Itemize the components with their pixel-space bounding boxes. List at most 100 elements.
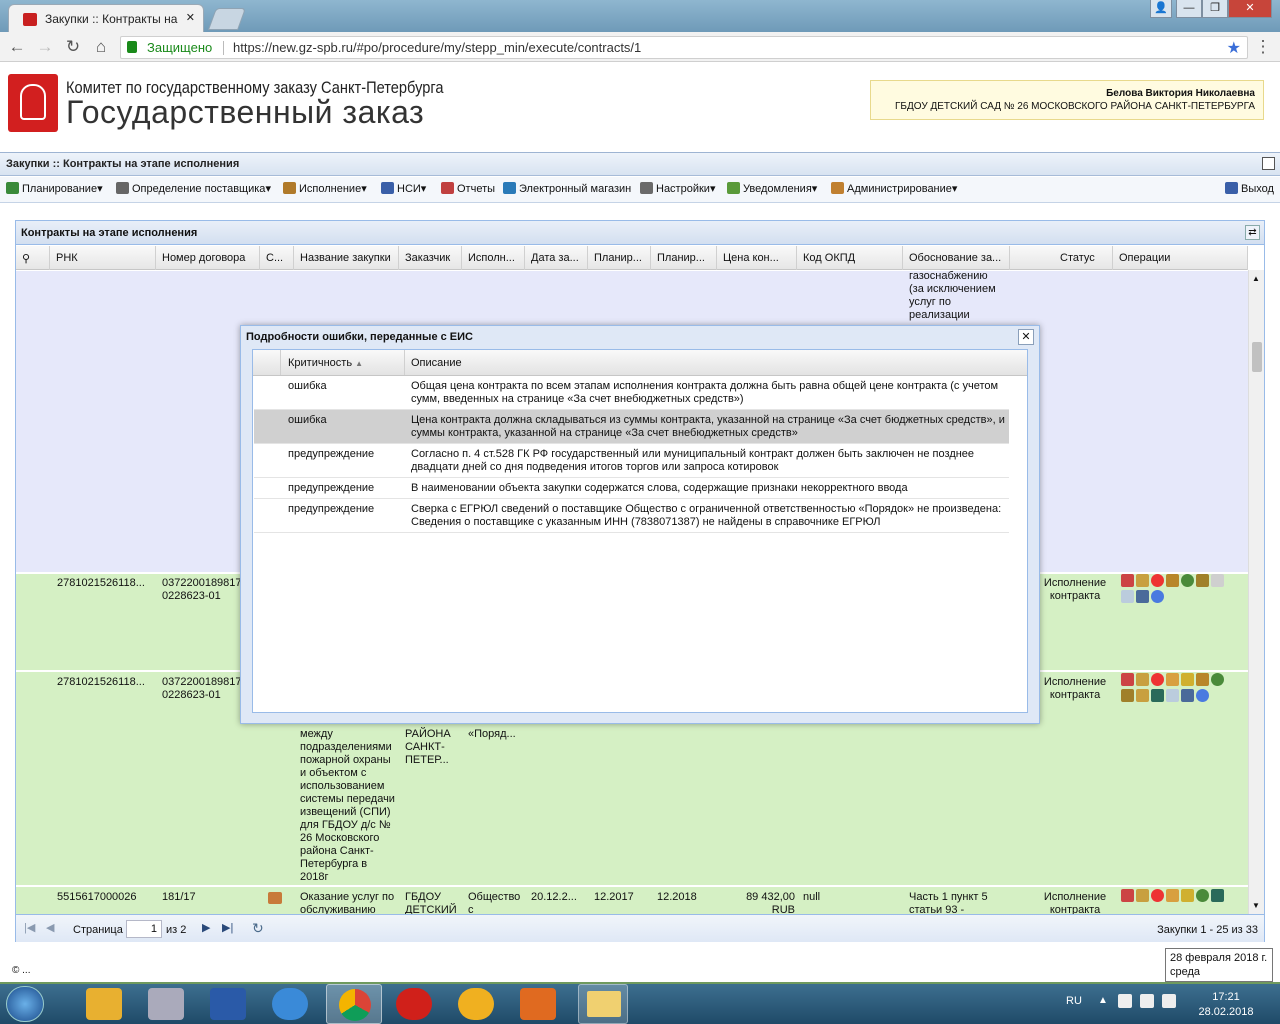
address-bar[interactable]: Защищено https://new.gz-spb.ru/#po/proce… — [120, 36, 1248, 59]
chart-icon[interactable] — [1166, 889, 1179, 902]
column-price[interactable]: Цена кон... — [717, 246, 797, 270]
row-contract[interactable]: 03722001898170228623-01 — [162, 676, 242, 702]
maximize-button[interactable]: ❐ — [1202, 0, 1228, 18]
scroll-down-icon[interactable]: ▼ — [1252, 901, 1260, 910]
coin-icon[interactable] — [1181, 673, 1194, 686]
record-icon[interactable] — [1151, 574, 1164, 587]
column-name[interactable]: Название закупки — [294, 246, 399, 270]
print-icon[interactable] — [1181, 689, 1194, 702]
profile-button[interactable]: 👤 — [1150, 0, 1172, 18]
first-page-icon[interactable]: |◀ — [24, 921, 35, 934]
browser-tab[interactable]: Закупки :: Контракты на ✕ — [8, 4, 204, 32]
menu-icon[interactable]: ⋮ — [1252, 36, 1274, 58]
record-icon[interactable] — [1151, 673, 1164, 686]
star-icon[interactable]: ★ — [1227, 38, 1241, 58]
refresh-panel-icon[interactable]: ⇄ — [1245, 225, 1260, 240]
menu-reports[interactable]: Отчеты — [441, 182, 495, 195]
network-icon[interactable] — [1162, 994, 1176, 1008]
column-s[interactable]: С... — [260, 246, 294, 270]
column-date[interactable]: Дата за... — [525, 246, 588, 270]
opera-icon[interactable] — [396, 988, 432, 1020]
menu-nsi[interactable]: НСИ▾ — [381, 182, 426, 195]
print-icon[interactable] — [1136, 590, 1149, 603]
gear-icon[interactable] — [1196, 889, 1209, 902]
last-page-icon[interactable]: ▶| — [222, 921, 233, 934]
scroll-up-icon[interactable]: ▲ — [1252, 274, 1260, 283]
scroll-icon[interactable] — [1121, 689, 1134, 702]
menu-settings[interactable]: Настройки▾ — [640, 182, 715, 195]
start-button[interactable] — [6, 986, 44, 1022]
yandex-icon[interactable] — [86, 988, 122, 1020]
column-basis[interactable]: Обоснование за... — [903, 246, 1010, 270]
file-icon[interactable] — [1121, 590, 1134, 603]
clock[interactable]: 17:21 28.02.2018 — [1186, 990, 1266, 1020]
volume-icon[interactable] — [1140, 994, 1154, 1008]
refresh-icon[interactable]: ↻ — [252, 920, 264, 937]
doc-icon[interactable] — [1121, 889, 1134, 902]
back-icon[interactable]: ← — [6, 36, 28, 58]
collapse-icon[interactable] — [1262, 157, 1275, 170]
column-rnk[interactable]: РНК — [50, 246, 156, 270]
ie-icon[interactable] — [272, 988, 308, 1020]
bars-icon[interactable] — [1151, 689, 1164, 702]
column-plan1[interactable]: Планир... — [588, 246, 651, 270]
scanner-icon[interactable] — [148, 988, 184, 1020]
chrome-taskbar-button[interactable] — [326, 984, 382, 1024]
page-input[interactable]: 1 — [126, 920, 162, 938]
filter-icon[interactable]: ⚲ — [16, 246, 50, 270]
gear-icon[interactable] — [1181, 574, 1194, 587]
column-executor[interactable]: Исполн... — [462, 246, 525, 270]
word-icon[interactable] — [210, 988, 246, 1020]
exit-button[interactable]: Выход — [1225, 182, 1274, 195]
column-description[interactable]: Описание — [405, 350, 1009, 375]
info-icon[interactable] — [1151, 590, 1164, 603]
stamp-icon[interactable] — [1136, 574, 1149, 587]
doc-icon[interactable] — [1121, 574, 1134, 587]
gear-icon[interactable] — [1211, 673, 1224, 686]
error-row[interactable]: ошибка Общая цена контракта по всем этап… — [254, 376, 1009, 410]
scroll-thumb[interactable] — [1252, 342, 1262, 372]
chart-icon[interactable] — [1166, 673, 1179, 686]
menu-admin[interactable]: Администрирование▾ — [831, 182, 957, 195]
flag-icon[interactable] — [1118, 994, 1132, 1008]
explorer-taskbar-button[interactable] — [578, 984, 628, 1024]
info-icon[interactable] — [1196, 689, 1209, 702]
stamp-icon[interactable] — [1136, 889, 1149, 902]
scroll-icon[interactable] — [1196, 574, 1209, 587]
error-row[interactable]: ошибка Цена контракта должна складыватьс… — [254, 410, 1009, 444]
menu-eshop[interactable]: Электронный магазин — [503, 182, 631, 195]
error-row[interactable]: предупреждение В наименовании объекта за… — [254, 478, 1009, 499]
grid-scrollbar[interactable]: ▲ ▼ — [1248, 270, 1264, 914]
table-icon[interactable] — [1136, 689, 1149, 702]
language-indicator[interactable]: RU — [1066, 995, 1082, 1007]
app-icon[interactable] — [458, 988, 494, 1020]
emblem-icon[interactable] — [1196, 673, 1209, 686]
column-operations[interactable]: Операции — [1113, 246, 1248, 270]
bars-icon[interactable] — [1211, 889, 1224, 902]
column-okpd[interactable]: Код ОКПД — [797, 246, 903, 270]
column-status[interactable]: Статус — [1010, 246, 1113, 270]
page-icon[interactable] — [1211, 574, 1224, 587]
error-row[interactable]: предупреждение Сверка с ЕГРЮЛ сведений о… — [254, 499, 1009, 533]
menu-supplier[interactable]: Определение поставщика▾ — [116, 182, 271, 195]
coin-icon[interactable] — [1181, 889, 1194, 902]
stamp-icon[interactable] — [1136, 673, 1149, 686]
home-icon[interactable]: ⌂ — [90, 36, 112, 58]
minimize-button[interactable]: — — [1176, 0, 1202, 18]
prev-page-icon[interactable]: ◀ — [46, 921, 54, 934]
column-criticality[interactable]: Критичность ▲ — [281, 350, 405, 375]
close-icon[interactable]: ✕ — [1018, 329, 1034, 345]
error-row[interactable]: предупреждение Согласно п. 4 ст.528 ГК Р… — [254, 444, 1009, 478]
emblem-icon[interactable] — [1166, 574, 1179, 587]
media-icon[interactable] — [520, 988, 556, 1020]
tray-arrow-icon[interactable]: ▲ — [1098, 995, 1108, 1006]
file-icon[interactable] — [1166, 689, 1179, 702]
reload-icon[interactable]: ↻ — [62, 36, 84, 58]
column-plan2[interactable]: Планир... — [651, 246, 717, 270]
menu-execution[interactable]: Исполнение▾ — [283, 182, 367, 195]
close-icon[interactable]: ✕ — [186, 11, 195, 24]
row-contract[interactable]: 181/17 — [162, 891, 196, 904]
menu-notifications[interactable]: Уведомления▾ — [727, 182, 817, 195]
record-icon[interactable] — [1151, 889, 1164, 902]
column-customer[interactable]: Заказчик — [399, 246, 462, 270]
